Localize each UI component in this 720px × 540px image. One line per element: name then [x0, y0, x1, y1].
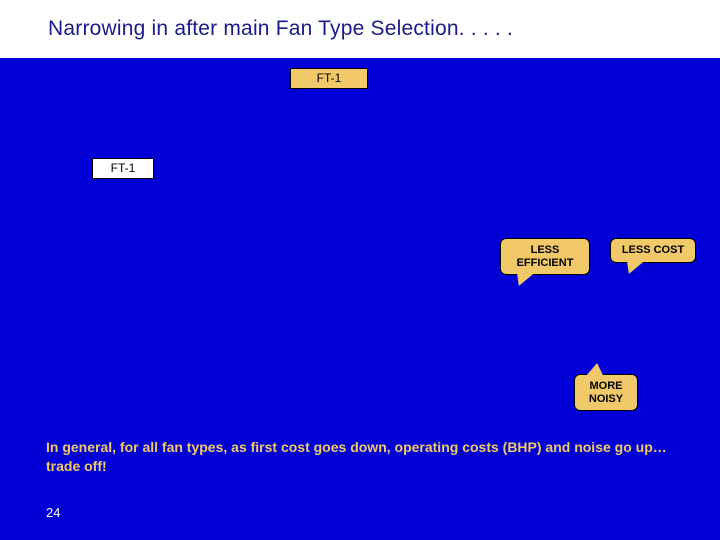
- callout-tail: [587, 363, 607, 375]
- label-ft1-top: FT-1: [290, 68, 368, 89]
- callout-more-noisy: MORE NOISY: [574, 374, 638, 411]
- slide: Narrowing in after main Fan Type Selecti…: [0, 0, 720, 540]
- callout-text: LESS EFFICIENT: [517, 244, 574, 269]
- callout-text: LESS COST: [622, 244, 684, 256]
- callout-tail: [623, 262, 643, 274]
- callout-less-efficient: LESS EFFICIENT: [500, 238, 590, 275]
- callout-tail: [513, 274, 533, 286]
- title-band: Narrowing in after main Fan Type Selecti…: [0, 0, 720, 58]
- page-number: 24: [46, 505, 60, 520]
- callout-text: MORE NOISY: [589, 380, 623, 405]
- callout-less-cost: LESS COST: [610, 238, 696, 263]
- summary-text: In general, for all fan types, as first …: [46, 438, 680, 476]
- label-ft1-left: FT-1: [92, 158, 154, 179]
- page-title: Narrowing in after main Fan Type Selecti…: [48, 17, 513, 41]
